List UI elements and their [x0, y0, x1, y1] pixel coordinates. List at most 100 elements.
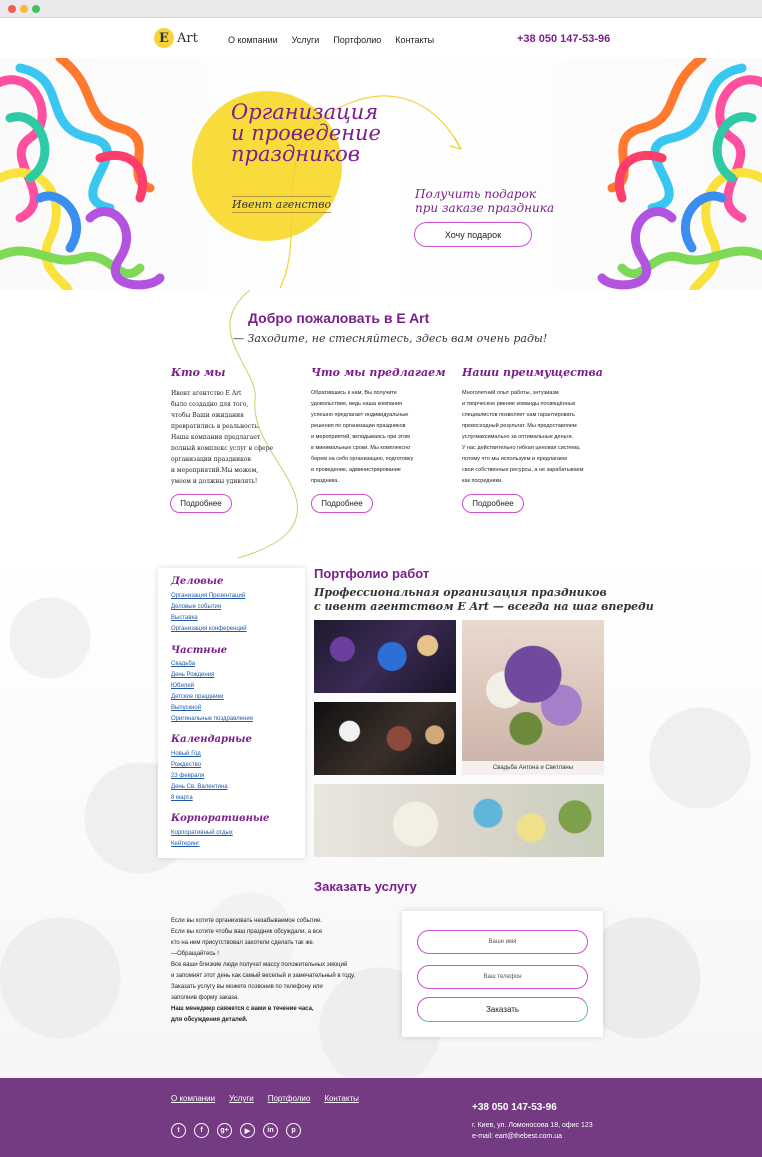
col-who-text: Ивент агентство E Art было создадно для …: [171, 388, 291, 487]
more-button-advantages[interactable]: Подробнее: [462, 494, 524, 513]
col-line: удовольствие, ведь наша компания: [311, 401, 403, 407]
linkedin-icon[interactable]: in: [263, 1123, 278, 1138]
order-title: Заказать услугу: [314, 879, 417, 894]
col-line: Многолетний опыт работы, энтузиазм: [462, 390, 559, 396]
col-line: праздника.: [311, 478, 339, 484]
order-bold-line: Наш менеджер свяжется с вами в течение ч…: [171, 1006, 314, 1012]
order-line: Если вы хотите организовать незабываемое…: [171, 918, 323, 924]
footer-nav-portfolio[interactable]: Портфолио: [268, 1094, 311, 1103]
sidebar-link[interactable]: Новый Год: [171, 751, 201, 757]
sidebar-link[interactable]: День Св. Валентина: [171, 784, 228, 790]
sidebar-link[interactable]: Деловые события: [171, 604, 221, 610]
col-line: специалистов позволяет нам гарантировать: [462, 412, 575, 418]
social-links: t f g+ ▶ in p: [171, 1123, 301, 1138]
portfolio-photo-flowers[interactable]: [314, 784, 604, 857]
portfolio-photo-wedding[interactable]: Свадьба Антона и Светланы: [462, 620, 604, 775]
gift-offer-text: Получить подарок при заказе праздника: [415, 187, 554, 215]
col-line: умеем и должны удивлять!: [171, 478, 258, 485]
portfolio-photo-party[interactable]: [314, 620, 456, 693]
col-line: в минимальные сроки. Мы комплексно: [311, 445, 411, 451]
gift-line-2: при заказе праздника: [415, 201, 555, 215]
col-offer-text: Обратившись к нам, Вы получите удовольст…: [311, 388, 446, 487]
order-line: Если вы хотите чтобы ваш праздник обсужд…: [171, 929, 323, 935]
col-line: У нас действительно гибкая ценовая систе…: [462, 445, 581, 451]
services-sidebar: Деловые Организация Презентаций Деловые …: [158, 568, 305, 858]
photo-caption: Свадьба Антона и Светланы: [462, 761, 604, 775]
order-line: Заказать услугу вы можете позвонив по те…: [171, 984, 323, 990]
logo[interactable]: E Art: [154, 28, 198, 48]
name-field[interactable]: Ваше имя: [417, 930, 588, 954]
sidebar-link[interactable]: 23 февраля: [171, 773, 204, 779]
more-button-who[interactable]: Подробнее: [170, 494, 232, 513]
col-line: Обратившись к нам, Вы получите: [311, 390, 397, 396]
order-form: Ваше имя Ваш телефон Заказать: [402, 911, 603, 1037]
site-header: E Art О компании Услуги Портфолио Контак…: [0, 18, 762, 58]
sidebar-link[interactable]: Выставка: [171, 615, 198, 621]
col-line: потому что мы используем и предлагаем: [462, 456, 567, 462]
sidebar-link[interactable]: Оригинальные поздравления: [171, 716, 253, 722]
footer-phone[interactable]: +38 050 147-53-96: [472, 1102, 557, 1113]
order-line: заполнив форму заказа.: [171, 995, 239, 1001]
gift-button[interactable]: Хочу подарок: [414, 222, 532, 247]
order-text: Если вы хотите организовать незабываемое…: [171, 916, 376, 1026]
footer-nav-about[interactable]: О компании: [171, 1094, 215, 1103]
nav-contacts[interactable]: Контакты: [395, 35, 434, 45]
footer-nav-services[interactable]: Услуги: [229, 1094, 254, 1103]
main-nav: О компании Услуги Портфолио Контакты: [228, 35, 434, 45]
col-line: услугмаксимально за оптимальные деньги.: [462, 434, 574, 440]
col-who-title: Кто мы: [171, 366, 226, 379]
hero-title: Организация и проведение праздников: [231, 100, 381, 166]
col-offer-title: Что мы предлагаем: [311, 366, 446, 379]
sidebar-link[interactable]: 8 марта: [171, 795, 193, 801]
sidebar-category-calendar: Календарные: [171, 734, 252, 745]
sidebar-link[interactable]: Свадьба: [171, 661, 195, 667]
col-line: было создадно для того,: [171, 401, 249, 408]
sidebar-category-business: Деловые: [171, 576, 224, 587]
maximize-dot-icon[interactable]: [32, 5, 40, 13]
order-submit-button[interactable]: Заказать: [417, 997, 588, 1022]
phone-field[interactable]: Ваш телефон: [417, 965, 588, 989]
youtube-icon[interactable]: ▶: [240, 1123, 255, 1138]
minimize-dot-icon[interactable]: [20, 5, 28, 13]
google-plus-icon[interactable]: g+: [217, 1123, 232, 1138]
twitter-icon[interactable]: t: [171, 1123, 186, 1138]
pinterest-icon[interactable]: p: [286, 1123, 301, 1138]
sidebar-link[interactable]: Кейтеринг: [171, 841, 199, 847]
sidebar-link[interactable]: Детские праздники: [171, 694, 223, 700]
close-dot-icon[interactable]: [8, 5, 16, 13]
portfolio-photo-dance[interactable]: [314, 702, 456, 775]
page: E Art О компании Услуги Портфолио Контак…: [0, 18, 762, 1157]
email-text[interactable]: e-mail: eart@thebest.com.ua: [472, 1131, 593, 1142]
more-button-offer[interactable]: Подробнее: [311, 494, 373, 513]
welcome-title: Добро пожаловать в E Art: [248, 310, 430, 326]
hero-subtitle: Ивент агенство: [232, 196, 332, 213]
footer-nav-contacts[interactable]: Контакты: [324, 1094, 359, 1103]
col-line: решения по организации праздников: [311, 423, 406, 429]
sidebar-link[interactable]: День Рождения: [171, 672, 214, 678]
col-line: превратились в реальность.: [171, 423, 260, 430]
nav-portfolio[interactable]: Портфолио: [333, 35, 381, 45]
sidebar-link[interactable]: Юбилей: [171, 683, 194, 689]
hero-banner: Организация и проведение праздников Ивен…: [0, 58, 762, 290]
portfolio-subtitle: Профессиональная организация праздников …: [314, 586, 654, 614]
order-bold-line: для обсуждения деталей.: [171, 1017, 248, 1023]
order-line: кто на нем присутствовал захотели сделат…: [171, 940, 315, 946]
facebook-icon[interactable]: f: [194, 1123, 209, 1138]
welcome-subtitle: — Заходите, не стесняйтесь, здесь вам оч…: [233, 332, 548, 345]
sidebar-link[interactable]: Выпускной: [171, 705, 201, 711]
col-line: как посредники.: [462, 478, 503, 484]
nav-services[interactable]: Услуги: [292, 35, 320, 45]
header-phone[interactable]: +38 050 147-53-96: [517, 33, 610, 45]
col-line: и мероприятий.Мы можем,: [171, 467, 259, 474]
logo-text: Art: [177, 30, 198, 46]
sidebar-link[interactable]: Организация Презентаций: [171, 593, 245, 599]
nav-about[interactable]: О компании: [228, 35, 278, 45]
col-advantages-text: Многолетний опыт работы, энтузиазм и тво…: [462, 388, 602, 487]
sidebar-link[interactable]: Корпоративный отдых: [171, 830, 233, 836]
sidebar-link[interactable]: Рождество: [171, 762, 201, 768]
portfolio-subtitle-line: с ивент агентством E Art — всегда на шаг…: [314, 600, 654, 613]
col-line: берем на себя организацию, подготовку: [311, 456, 414, 462]
sidebar-link[interactable]: Организация конференций: [171, 626, 247, 632]
sidebar-category-private: Частные: [171, 645, 228, 656]
portfolio-subtitle-line: Профессиональная организация праздников: [314, 586, 607, 599]
